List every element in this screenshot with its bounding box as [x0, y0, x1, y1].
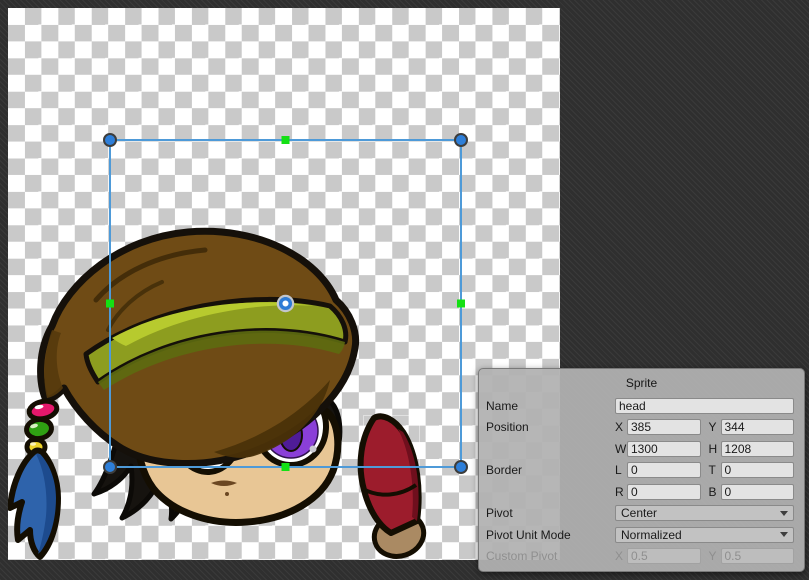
border-l-input[interactable]: [627, 462, 701, 478]
border-b-input[interactable]: [721, 484, 795, 500]
custom-pivot-y-input: [721, 548, 795, 564]
pivot-label: Pivot: [486, 506, 615, 520]
custom-pivot-x-prefix: X: [615, 549, 627, 563]
position-y-input[interactable]: [721, 419, 795, 435]
pivot-unit-mode-row: Pivot Unit Mode Normalized: [479, 524, 804, 546]
pivot-dropdown[interactable]: Center: [615, 505, 794, 521]
arm-sprite[interactable]: [361, 416, 430, 562]
custom-pivot-row: Custom Pivot X Y: [479, 546, 804, 568]
custom-pivot-y-prefix: Y: [709, 549, 721, 563]
width-prefix: W: [615, 442, 627, 456]
pivot-row: Pivot Center: [479, 503, 804, 525]
panel-title: Sprite: [479, 371, 804, 395]
chevron-down-icon: [780, 532, 788, 537]
position-wh-row: W H: [479, 438, 804, 460]
position-x-prefix: X: [615, 420, 627, 434]
border-t-input[interactable]: [721, 462, 795, 478]
chin-mark: [225, 492, 229, 496]
custom-pivot-label: Custom Pivot: [486, 549, 615, 563]
pivot-unit-mode-label: Pivot Unit Mode: [486, 528, 615, 542]
sprite-inspector-panel: Sprite Name Position X Y W H: [478, 368, 805, 572]
name-row: Name: [479, 395, 804, 417]
border-label: Border: [486, 463, 615, 477]
selection-handle-right-mid[interactable]: [457, 300, 465, 308]
chevron-down-icon: [780, 511, 788, 516]
width-input[interactable]: [627, 441, 701, 457]
pivot-unit-mode-value: Normalized: [621, 528, 682, 542]
selection-handle-top-right[interactable]: [455, 134, 467, 146]
character-head-sprite[interactable]: [10, 231, 356, 557]
selection-handle-left-mid[interactable]: [106, 300, 114, 308]
height-input[interactable]: [721, 441, 795, 457]
hat-beads: [25, 399, 58, 455]
selection-handle-bottom-mid[interactable]: [282, 463, 290, 471]
position-xy-row: Position X Y: [479, 417, 804, 439]
custom-pivot-x-input: [627, 548, 701, 564]
pivot-dropdown-value: Center: [621, 506, 657, 520]
border-r-input[interactable]: [627, 484, 701, 500]
name-input[interactable]: [615, 398, 794, 414]
border-lt-row: Border L T: [479, 460, 804, 482]
sleeve: [361, 416, 419, 533]
border-t-prefix: T: [709, 463, 721, 477]
pivot-handle[interactable]: [278, 296, 293, 311]
selection-handle-bottom-left[interactable]: [104, 461, 116, 473]
pivot-unit-mode-dropdown[interactable]: Normalized: [615, 527, 794, 543]
selection-handle-bottom-right[interactable]: [455, 461, 467, 473]
sprite-editor-window: Sprite Name Position X Y W H: [0, 0, 809, 580]
name-label: Name: [486, 399, 615, 413]
border-r-prefix: R: [615, 485, 627, 499]
selection-handle-top-mid[interactable]: [282, 136, 290, 144]
border-l-prefix: L: [615, 463, 627, 477]
height-prefix: H: [709, 442, 721, 456]
position-label: Position: [486, 420, 615, 434]
position-x-input[interactable]: [627, 419, 701, 435]
selection-handle-top-left[interactable]: [104, 134, 116, 146]
border-b-prefix: B: [709, 485, 721, 499]
position-y-prefix: Y: [709, 420, 721, 434]
feather: [10, 451, 58, 558]
border-rb-row: R B: [479, 481, 804, 503]
